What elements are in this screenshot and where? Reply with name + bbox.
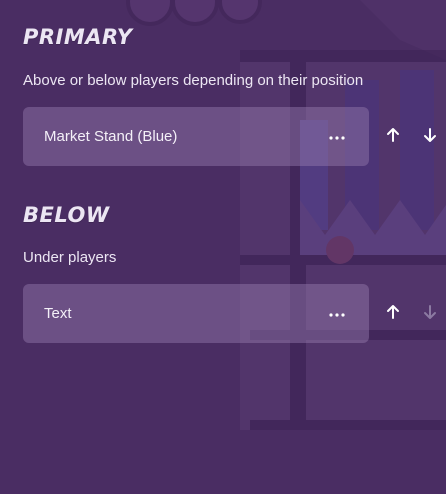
layer-name: Text: [44, 305, 72, 322]
layer-panel: PRIMARY Above or below players depending…: [0, 0, 446, 494]
layer-row-text[interactable]: Text: [23, 284, 369, 343]
move-up-button[interactable]: [381, 302, 405, 326]
more-horizontal-icon: [329, 127, 345, 145]
section-title-below: BELOW: [23, 203, 110, 227]
arrow-up-icon: [385, 127, 401, 148]
more-horizontal-icon: [329, 304, 345, 322]
move-down-button[interactable]: [418, 125, 442, 149]
more-options-button[interactable]: [323, 301, 351, 325]
arrow-down-icon: [422, 304, 438, 325]
layer-name: Market Stand (Blue): [44, 128, 178, 145]
move-up-button[interactable]: [381, 125, 405, 149]
arrow-up-icon: [385, 304, 401, 325]
section-title-primary: PRIMARY: [23, 25, 133, 49]
more-options-button[interactable]: [323, 124, 351, 148]
section-description-primary: Above or below players depending on thei…: [23, 72, 364, 89]
arrow-down-icon: [422, 127, 438, 148]
section-description-below: Under players: [23, 249, 117, 266]
layer-row-market-stand[interactable]: Market Stand (Blue): [23, 107, 369, 166]
move-down-button-disabled: [418, 302, 442, 326]
